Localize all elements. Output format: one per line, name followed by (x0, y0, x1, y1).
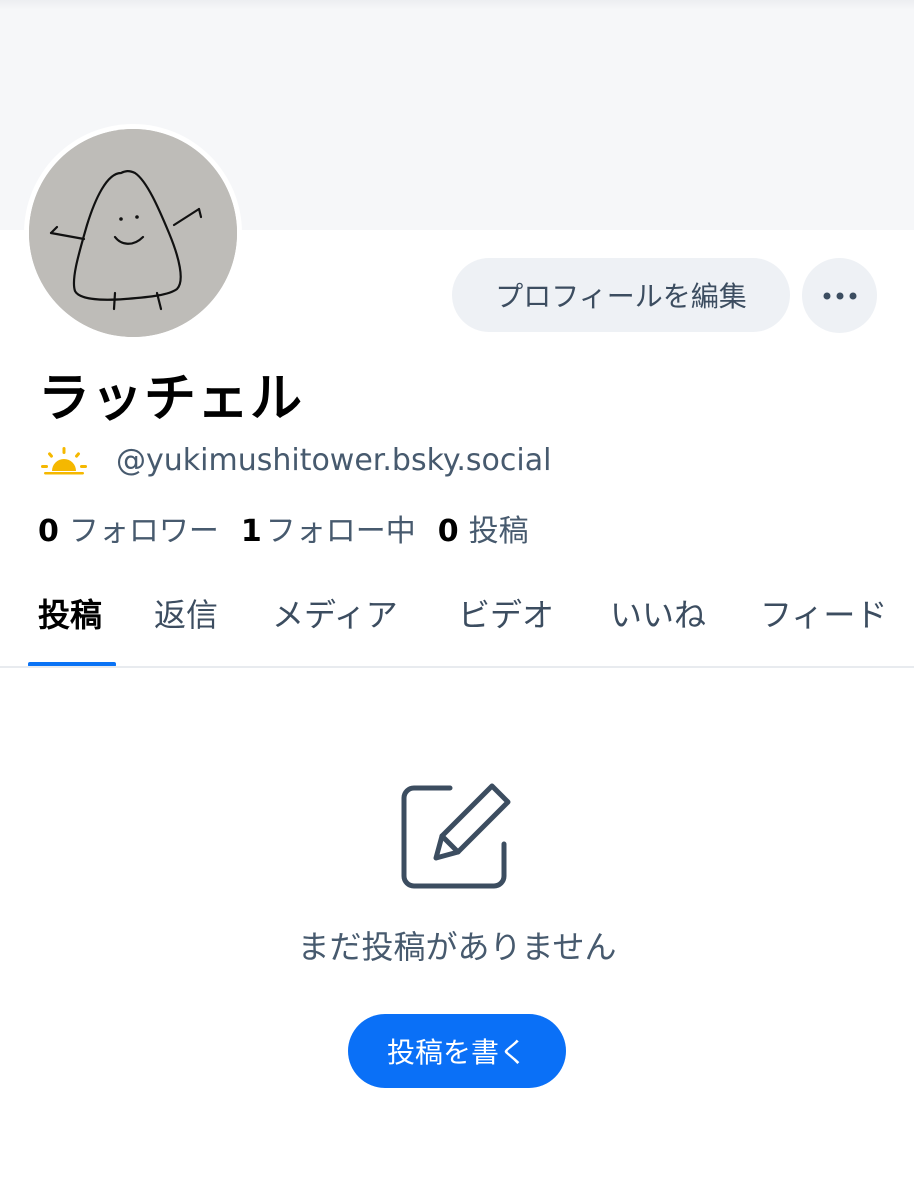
followers-stat[interactable]: 0 フォロワー (38, 506, 219, 550)
tab-videos[interactable]: ビデオ (458, 590, 554, 636)
following-stat[interactable]: 1 フォロー中 (241, 506, 416, 550)
following-count: 1 (240, 514, 262, 549)
followers-count: 0 (38, 514, 59, 549)
more-options-button[interactable] (802, 258, 877, 333)
profile-handle[interactable]: @yukimushitower.bsky.social (116, 443, 551, 478)
posts-stat: 0 投稿 (438, 506, 529, 550)
empty-state-message: まだ投稿がありません (297, 928, 617, 966)
more-horizontal-icon (823, 292, 856, 299)
following-label: フォロー中 (265, 514, 416, 549)
compose-edit-icon (401, 783, 511, 889)
sun-emoji-icon (41, 447, 87, 475)
tab-likes[interactable]: いいね (610, 590, 706, 636)
tabs-divider (0, 666, 914, 668)
avatar[interactable] (24, 124, 242, 342)
tab-feeds[interactable]: フィード (760, 590, 887, 636)
banner-top-shade (0, 0, 914, 10)
tab-replies[interactable]: 返信 (154, 590, 218, 636)
followers-label: フォロワー (68, 514, 219, 549)
handle-row: @yukimushitower.bsky.social (40, 440, 551, 480)
avatar-image (29, 129, 237, 337)
profile-tabs: 投稿 返信 メディア ビデオ いいね フィード (0, 580, 914, 668)
avatar-drawing (29, 129, 237, 337)
write-post-label: 投稿を書く (386, 1036, 527, 1069)
posts-count: 0 (437, 514, 459, 549)
display-name: ラッチェル (38, 369, 304, 429)
edit-profile-button[interactable]: プロフィールを編集 (452, 258, 790, 332)
tab-media[interactable]: メディア (272, 590, 398, 636)
write-post-button[interactable]: 投稿を書く (348, 1014, 566, 1088)
edit-profile-label: プロフィールを編集 (495, 280, 747, 313)
profile-stats: 0 フォロワー 1 フォロー中 0 投稿 (38, 506, 551, 550)
tab-posts[interactable]: 投稿 (38, 590, 102, 636)
posts-label: 投稿 (468, 514, 529, 549)
